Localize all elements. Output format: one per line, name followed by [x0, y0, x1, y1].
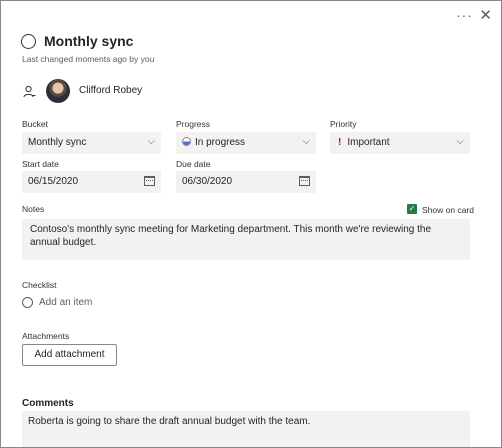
more-options-icon[interactable]: ··· [456, 7, 473, 23]
due-date-value: 06/30/2020 [182, 176, 233, 187]
bucket-label: Bucket [22, 119, 48, 129]
assign-person-icon[interactable] [23, 85, 36, 98]
notes-label: Notes [22, 204, 45, 214]
attachments-label: Attachments [22, 331, 70, 341]
task-title[interactable]: Monthly sync [44, 33, 133, 49]
last-changed-text: Last changed moments ago by you [22, 54, 155, 64]
due-date-label: Due date [176, 159, 211, 169]
show-on-card-label: Show on card [422, 205, 474, 215]
start-date-value: 06/15/2020 [28, 176, 79, 187]
due-date-field[interactable]: 06/30/2020 [176, 171, 316, 193]
add-checklist-item-input[interactable]: Add an item [39, 297, 92, 308]
priority-value: Important [347, 137, 390, 148]
bucket-value: Monthly sync [28, 137, 87, 148]
checklist-item-circle [22, 297, 33, 308]
start-date-label: Start date [22, 159, 59, 169]
complete-task-checkbox[interactable] [21, 34, 36, 49]
chevron-down-icon: ⌵ [302, 136, 310, 147]
chevron-down-icon: ⌵ [456, 136, 464, 147]
show-on-card-checkbox[interactable]: ✓ [407, 204, 417, 214]
in-progress-icon [182, 137, 191, 146]
comment-input[interactable]: Roberta is going to share the draft annu… [22, 411, 470, 447]
task-details-dialog: ··· ✕ Monthly sync Last changed moments … [0, 0, 502, 448]
comments-label: Comments [22, 398, 74, 409]
start-date-field[interactable]: 06/15/2020 [22, 171, 161, 193]
important-priority-icon: ! [338, 137, 342, 148]
calendar-icon[interactable] [144, 176, 155, 186]
close-icon[interactable]: ✕ [479, 6, 492, 24]
chevron-down-icon: ⌵ [147, 136, 155, 147]
progress-value: In progress [195, 137, 246, 148]
avatar[interactable] [46, 79, 70, 103]
assignee-name[interactable]: Clifford Robey [79, 85, 142, 96]
bucket-dropdown[interactable]: Monthly sync ⌵ [22, 132, 161, 154]
checklist-label: Checklist [22, 280, 57, 290]
notes-textarea[interactable]: Contoso's monthly sync meeting for Marke… [22, 219, 470, 260]
calendar-icon[interactable] [299, 176, 310, 186]
priority-label: Priority [330, 119, 357, 129]
add-attachment-button[interactable]: Add attachment [22, 344, 117, 366]
progress-dropdown[interactable]: In progress ⌵ [176, 132, 316, 154]
priority-dropdown[interactable]: ! Important ⌵ [330, 132, 470, 154]
progress-label: Progress [176, 119, 211, 129]
